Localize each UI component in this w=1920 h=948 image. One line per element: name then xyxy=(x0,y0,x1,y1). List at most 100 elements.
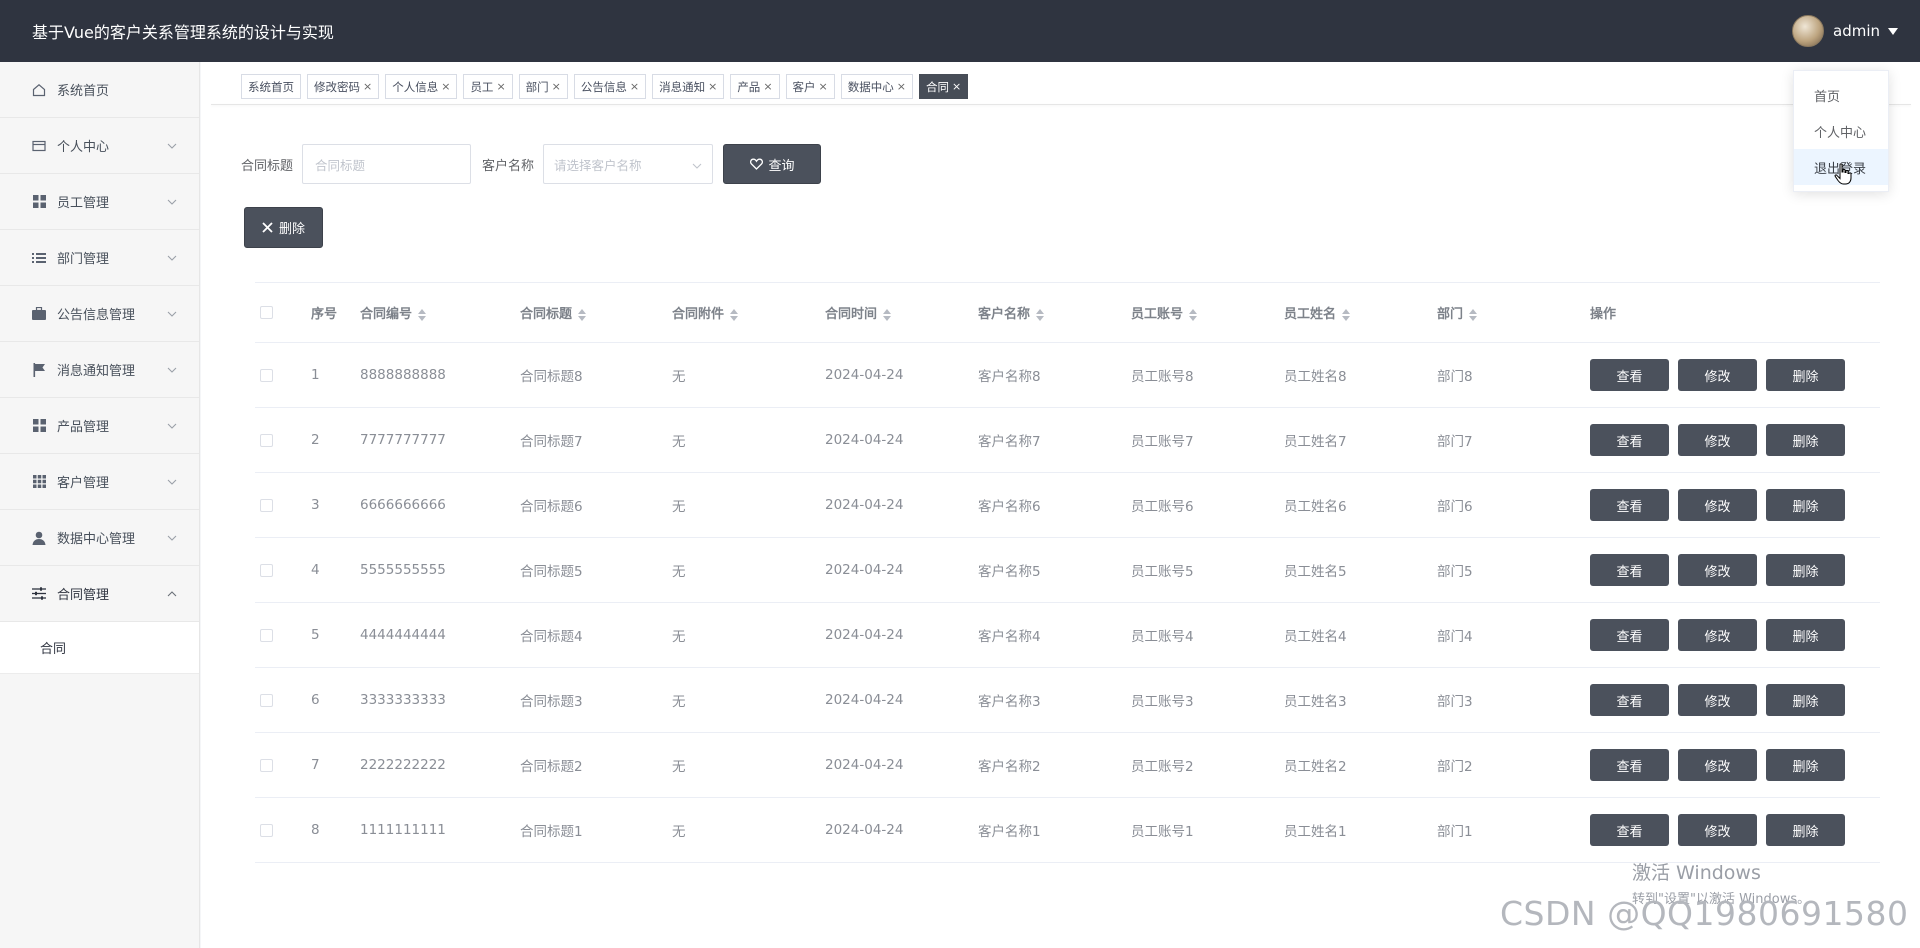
sidebar-item-department[interactable]: 部门管理 xyxy=(0,230,199,286)
column-header[interactable]: 合同时间 xyxy=(825,303,978,322)
close-icon[interactable]: × xyxy=(952,80,961,93)
sort-icon[interactable] xyxy=(730,308,739,321)
close-icon[interactable]: × xyxy=(363,80,372,93)
delete-button[interactable]: 删除 xyxy=(1766,489,1845,521)
delete-button[interactable]: 删除 xyxy=(1766,554,1845,586)
close-icon[interactable]: × xyxy=(552,80,561,93)
sort-icon[interactable] xyxy=(1469,308,1478,321)
delete-button[interactable]: 删除 xyxy=(1766,749,1845,781)
dropdown-item-personal-center[interactable]: 个人中心 xyxy=(1794,113,1888,149)
column-header[interactable]: 部门 xyxy=(1437,303,1590,322)
row-checkbox[interactable] xyxy=(260,563,273,577)
caret-down-icon[interactable] xyxy=(1888,27,1898,35)
sort-icon[interactable] xyxy=(1189,308,1198,321)
sidebar-item-contract[interactable]: 合同管理 xyxy=(0,566,199,622)
edit-button[interactable]: 修改 xyxy=(1678,359,1757,391)
dropdown-item-home[interactable]: 首页 xyxy=(1794,77,1888,113)
row-select-cell xyxy=(255,758,311,772)
close-icon[interactable]: × xyxy=(441,80,450,93)
sort-icon[interactable] xyxy=(418,308,427,321)
row-checkbox[interactable] xyxy=(260,628,273,642)
column-header[interactable]: 员工账号 xyxy=(1131,303,1284,322)
row-checkbox[interactable] xyxy=(260,823,273,837)
close-icon[interactable]: × xyxy=(819,80,828,93)
column-header[interactable]: 客户名称 xyxy=(978,303,1131,322)
edit-button[interactable]: 修改 xyxy=(1678,424,1757,456)
edit-button[interactable]: 修改 xyxy=(1678,814,1757,846)
customer-name-cell: 客户名称2 xyxy=(978,759,1041,775)
delete-button[interactable]: 删除 xyxy=(1766,359,1845,391)
row-checkbox[interactable] xyxy=(260,433,273,447)
tag-department[interactable]: 部门 × xyxy=(518,74,568,99)
sort-icon[interactable] xyxy=(578,308,587,321)
user-menu-trigger[interactable]: admin xyxy=(1792,15,1898,47)
close-icon[interactable]: × xyxy=(708,80,717,93)
view-button[interactable]: 查看 xyxy=(1590,359,1669,391)
select-all-checkbox[interactable] xyxy=(260,306,273,319)
sidebar-item-data-center[interactable]: 数据中心管理 xyxy=(0,510,199,566)
sidebar: 系统首页 个人中心 员工管理 部门管理 公告信息管理 消息通知管理 产品管理 客… xyxy=(0,62,200,948)
contract-number-cell: 8888888888 xyxy=(360,367,446,383)
close-icon[interactable]: × xyxy=(496,80,505,93)
column-header[interactable]: 员工姓名 xyxy=(1284,303,1437,322)
column-header[interactable]: 合同编号 xyxy=(360,303,520,322)
tag-home[interactable]: 系统首页 xyxy=(241,74,301,99)
tag-change-password[interactable]: 修改密码 × xyxy=(307,74,380,99)
sidebar-item-employee[interactable]: 员工管理 xyxy=(0,174,199,230)
delete-button[interactable]: 删除 xyxy=(1766,814,1845,846)
contract-number-cell: 4444444444 xyxy=(360,627,446,643)
edit-button[interactable]: 修改 xyxy=(1678,684,1757,716)
delete-button[interactable]: 删除 xyxy=(1766,424,1845,456)
username[interactable]: admin xyxy=(1833,22,1880,40)
tag-personal-info[interactable]: 个人信息 × xyxy=(385,74,458,99)
edit-button[interactable]: 修改 xyxy=(1678,619,1757,651)
sort-icon[interactable] xyxy=(883,308,892,321)
tag-employee[interactable]: 员工 × xyxy=(463,74,513,99)
close-icon[interactable]: × xyxy=(630,80,639,93)
view-button[interactable]: 查看 xyxy=(1590,619,1669,651)
query-button[interactable]: 查询 xyxy=(723,144,822,184)
sidebar-subitem-contract[interactable]: 合同 xyxy=(0,622,199,674)
sidebar-item-notification[interactable]: 消息通知管理 xyxy=(0,342,199,398)
view-button[interactable]: 查看 xyxy=(1590,749,1669,781)
tag-product[interactable]: 产品 × xyxy=(730,74,780,99)
contract-time-cell: 2024-04-24 xyxy=(825,757,904,773)
batch-delete-button[interactable]: 删除 xyxy=(244,207,323,248)
edit-button[interactable]: 修改 xyxy=(1678,749,1757,781)
tag-customer[interactable]: 客户 × xyxy=(785,74,835,99)
view-button[interactable]: 查看 xyxy=(1590,424,1669,456)
delete-button[interactable]: 删除 xyxy=(1766,619,1845,651)
sidebar-item-customer[interactable]: 客户管理 xyxy=(0,454,199,510)
sort-icon[interactable] xyxy=(1342,308,1351,321)
view-button[interactable]: 查看 xyxy=(1590,489,1669,521)
sidebar-item-home[interactable]: 系统首页 xyxy=(0,62,199,118)
sidebar-item-announcement[interactable]: 公告信息管理 xyxy=(0,286,199,342)
row-checkbox[interactable] xyxy=(260,368,273,382)
view-button[interactable]: 查看 xyxy=(1590,814,1669,846)
tag-data-center[interactable]: 数据中心 × xyxy=(840,74,913,99)
view-button[interactable]: 查看 xyxy=(1590,684,1669,716)
avatar[interactable] xyxy=(1792,15,1824,47)
edit-button[interactable]: 修改 xyxy=(1678,554,1757,586)
row-checkbox[interactable] xyxy=(260,693,273,707)
row-checkbox[interactable] xyxy=(260,498,273,512)
tag-contract[interactable]: 合同 × xyxy=(918,74,969,99)
view-button[interactable]: 查看 xyxy=(1590,554,1669,586)
sidebar-item-product[interactable]: 产品管理 xyxy=(0,398,199,454)
user-icon xyxy=(31,530,47,546)
tag-label: 员工 xyxy=(470,79,494,94)
title-search-input[interactable]: 合同标题 xyxy=(302,144,472,184)
sidebar-item-personal-center[interactable]: 个人中心 xyxy=(0,118,199,174)
column-header[interactable]: 合同附件 xyxy=(672,303,825,322)
tag-notification[interactable]: 消息通知 × xyxy=(652,74,725,99)
column-header[interactable]: 合同标题 xyxy=(520,303,672,322)
row-checkbox[interactable] xyxy=(260,758,273,772)
customer-select[interactable]: 请选择客户名称 xyxy=(543,144,714,184)
close-icon[interactable]: × xyxy=(897,80,906,93)
delete-button[interactable]: 删除 xyxy=(1766,684,1845,716)
sort-icon[interactable] xyxy=(1036,308,1045,321)
close-icon[interactable]: × xyxy=(763,80,772,93)
tag-label: 合同 xyxy=(925,79,949,94)
tag-announcement[interactable]: 公告信息 × xyxy=(573,74,647,99)
edit-button[interactable]: 修改 xyxy=(1678,489,1757,521)
